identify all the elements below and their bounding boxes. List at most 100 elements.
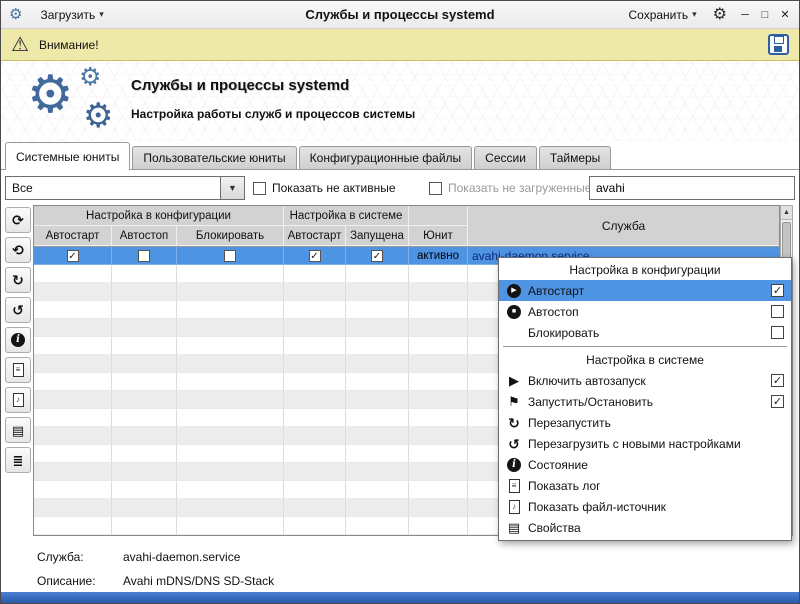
menu-item-show-source[interactable]: ♪ Показать файл-источник — [499, 496, 791, 517]
unit-filter-combobox[interactable]: Все ▼ — [5, 176, 245, 200]
app-gear-icon: ⚙ — [9, 7, 22, 22]
menu-checkbox-start-stop[interactable]: ✓ — [771, 395, 784, 408]
menu-item-status[interactable]: i Состояние — [499, 454, 791, 475]
minimize-button[interactable]: ─ — [735, 5, 755, 25]
tab-system-units[interactable]: Системные юниты — [5, 142, 130, 170]
bottom-status-bar — [1, 592, 799, 603]
menu-item-reload-config[interactable]: ↺ Перезагрузить с новыми настройками — [499, 433, 791, 454]
show-inactive-checkbox[interactable] — [253, 182, 266, 195]
row-checkbox-autostart-sys[interactable]: ✓ — [309, 250, 321, 262]
status-description-label: Описание: — [37, 574, 96, 588]
column-header-running: Запущена — [346, 226, 409, 246]
load-button[interactable]: Загрузить ▾ — [32, 5, 111, 25]
warning-icon: ⚠ — [11, 35, 29, 55]
page-subtitle: Настройка работы служб и процессов систе… — [131, 107, 415, 121]
show-inactive-label: Показать не активные — [272, 181, 396, 195]
row-checkbox-autostart-conf[interactable]: ✓ — [67, 250, 79, 262]
menu-checkbox-enable-autostart[interactable]: ✓ — [771, 374, 784, 387]
menu-item-label: Перезапустить — [528, 416, 784, 430]
context-menu: Настройка в конфигурации ▶ Автостарт ✓ ■… — [498, 257, 792, 541]
autostart-circle-icon: ▶ — [507, 284, 521, 298]
column-header-autostop: Автостоп — [112, 226, 177, 246]
table-header: Настройка в конфигурации Настройка в сис… — [34, 206, 779, 247]
menu-item-label: Показать файл-источник — [528, 500, 784, 514]
status-service-value: avahi-daemon.service — [123, 550, 240, 564]
menu-checkbox-block[interactable] — [771, 326, 784, 339]
tab-sessions[interactable]: Сессии — [474, 146, 537, 169]
status-button[interactable]: i — [5, 327, 31, 353]
status-description-value: Avahi mDNS/DNS SD-Stack — [123, 574, 274, 588]
menu-item-label: Автостоп — [528, 305, 766, 319]
maximize-button[interactable]: □ — [755, 5, 775, 25]
gear-logo-icon: ⚙ — [27, 69, 74, 121]
warning-bar: ⚠ Внимание! — [1, 29, 799, 61]
save-button[interactable]: Сохранить ▾ — [620, 5, 704, 25]
scroll-up-icon[interactable]: ▲ — [781, 206, 792, 220]
flag-icon: ⚑ — [508, 395, 520, 408]
source-file-icon: ♪ — [509, 500, 520, 514]
settings-gear-button[interactable]: ⚙ — [705, 5, 735, 25]
restart-icon: ↻ — [508, 416, 520, 430]
show-source-button[interactable]: ♪ — [5, 387, 31, 413]
menu-separator — [503, 346, 787, 347]
show-inactive-checkbox-group: Показать не активные — [253, 176, 396, 200]
refresh-button[interactable]: ⟳ — [5, 207, 31, 233]
menu-checkbox-autostop[interactable] — [771, 305, 784, 318]
menu-item-start-stop[interactable]: ⚑ Запустить/Остановить ✓ — [499, 391, 791, 412]
autostop-circle-icon: ■ — [507, 305, 521, 319]
row-checkbox-autostop-conf[interactable] — [138, 250, 150, 262]
restart-icon: ↻ — [12, 273, 24, 287]
tab-config-files[interactable]: Конфигурационные файлы — [299, 146, 472, 169]
cell-autostart-conf: ✓ — [34, 247, 112, 265]
properties-button[interactable]: ≣ — [5, 447, 31, 473]
load-button-label: Загрузить — [40, 8, 95, 22]
cell-autostart-sys: ✓ — [284, 247, 346, 265]
menu-item-block[interactable]: Блокировать — [499, 322, 791, 343]
show-unloaded-checkbox-group: Показать не загруженные — [429, 176, 591, 200]
menu-item-autostart[interactable]: ▶ Автостарт ✓ — [499, 280, 791, 301]
header-banner: ⚙ ⚙ ⚙ Службы и процессы systemd Настройк… — [1, 61, 799, 141]
menu-item-label: Включить автозапуск — [528, 374, 766, 388]
save-floppy-icon[interactable] — [768, 34, 789, 55]
tab-user-units[interactable]: Пользовательские юниты — [132, 146, 296, 169]
chevron-down-icon: ▾ — [692, 9, 697, 20]
journal-button[interactable]: ▤ — [5, 417, 31, 443]
menu-header-system: Настройка в системе — [499, 350, 791, 370]
combobox-arrow-icon[interactable]: ▼ — [220, 177, 244, 199]
menu-item-show-log[interactable]: ≡ Показать лог — [499, 475, 791, 496]
filter-bar: Все ▼ Показать не активные Показать не з… — [1, 171, 799, 205]
close-button[interactable]: ✕ — [775, 5, 795, 25]
menu-item-restart[interactable]: ↻ Перезапустить — [499, 412, 791, 433]
reload-config-button[interactable]: ↺ — [5, 297, 31, 323]
play-icon: ▶ — [509, 374, 519, 387]
left-toolbar: ⟳ ⟲ ↻ ↺ i ≡ ♪ ▤ ≣ — [5, 207, 31, 477]
group-header-blank — [409, 206, 468, 226]
show-unloaded-checkbox[interactable] — [429, 182, 442, 195]
log-file-icon: ≡ — [509, 479, 520, 493]
column-header-block: Блокировать — [177, 226, 284, 246]
menu-item-properties[interactable]: ▤ Свойства — [499, 517, 791, 538]
restart-unit-icon: ⟲ — [12, 243, 24, 257]
row-checkbox-running-sys[interactable]: ✓ — [371, 250, 383, 262]
info-icon: i — [507, 458, 521, 472]
title-bar: ⚙ Загрузить ▾ Службы и процессы systemd … — [1, 1, 799, 29]
menu-item-autostop[interactable]: ■ Автостоп — [499, 301, 791, 322]
restart-unit-button[interactable]: ⟲ — [5, 237, 31, 263]
restart-button[interactable]: ↻ — [5, 267, 31, 293]
save-button-label: Сохранить — [628, 8, 688, 22]
search-input[interactable] — [589, 176, 795, 200]
tab-bar: Системные юниты Пользовательские юниты К… — [1, 141, 799, 170]
refresh-icon: ⟳ — [12, 213, 24, 227]
gear-logo-icon: ⚙ — [79, 65, 101, 90]
menu-item-label: Свойства — [528, 521, 784, 535]
page-title: Службы и процессы systemd — [131, 77, 349, 94]
menu-item-label: Автостарт — [528, 284, 766, 298]
column-header-unit: Юнит — [409, 226, 468, 246]
row-checkbox-block-conf[interactable] — [224, 250, 236, 262]
cell-block-conf — [177, 247, 284, 265]
show-log-button[interactable]: ≡ — [5, 357, 31, 383]
tab-timers[interactable]: Таймеры — [539, 146, 611, 169]
menu-item-label: Блокировать — [528, 326, 766, 340]
menu-checkbox-autostart[interactable]: ✓ — [771, 284, 784, 297]
menu-item-enable-autostart[interactable]: ▶ Включить автозапуск ✓ — [499, 370, 791, 391]
